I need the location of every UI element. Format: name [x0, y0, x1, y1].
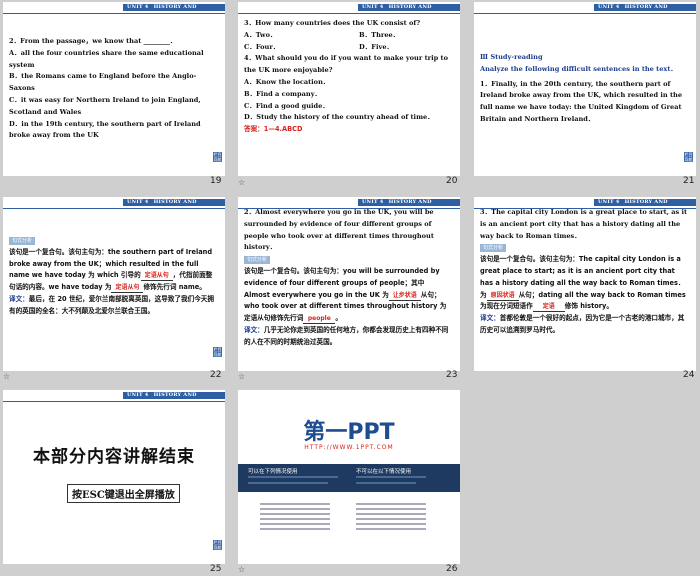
option-b: B．the Romans came to England before the … [9, 72, 197, 93]
nav-corner-icon[interactable]: 栏目导航 [213, 347, 222, 357]
star-icon[interactable]: ☆ [238, 178, 245, 187]
option-d: D．in the 19th century, the southern part… [9, 119, 201, 140]
unit-header: UNIT 4 HISTORY AND TRADITIONS [127, 4, 197, 17]
page-number: 26 [446, 564, 458, 574]
star-icon[interactable]: ☆ [238, 372, 245, 381]
unit-header: UNIT 4 HISTORY AND TRADITIONS [127, 392, 197, 405]
page-number: 25 [210, 564, 222, 574]
translation-label: 译文： [9, 294, 29, 303]
translation-label: 译文： [244, 325, 264, 334]
option-b: B．Three． [359, 30, 400, 39]
page-number: 19 [210, 176, 222, 186]
blank-answer: 定语 [532, 302, 565, 313]
nav-corner-icon[interactable]: 栏目导航 [684, 152, 693, 162]
blank-answer: 定语从句 [140, 271, 173, 282]
unit-header: UNIT 4 HISTORY AND TRADITIONS [362, 4, 432, 17]
nav-corner-icon[interactable]: 栏目导航 [213, 152, 222, 162]
option-a: A．all the four countries share the same … [9, 48, 204, 69]
option-c: C．Find a good guide． [244, 101, 329, 110]
blank-answer: people [303, 314, 336, 325]
translation-label: 译文： [480, 314, 500, 323]
option-a: A．Two． [244, 30, 277, 39]
exit-fullscreen-button[interactable]: 按ESC键退出全屏播放 [67, 484, 180, 503]
star-icon[interactable]: ☆ [238, 565, 245, 574]
slide-20[interactable]: UNIT 4 HISTORY AND TRADITIONS 3．How many… [238, 2, 460, 176]
blank-answer: 定语从句 [111, 283, 144, 294]
option-c: C．it was easy for Northern Ireland to jo… [9, 95, 201, 116]
page-number: 23 [446, 370, 458, 380]
sentence-3: 3．The capital city London is a great pla… [480, 208, 688, 240]
link-list-left [260, 500, 330, 533]
section-subtitle: Analyze the following difficult sentence… [480, 64, 677, 73]
analysis-text: 修饰先行词 name。 [143, 283, 206, 292]
usage-allowed-title: 可以在下列情况使用 [248, 469, 298, 475]
analysis-text: 修饰 history。 [564, 302, 613, 311]
site-url: HTTP://WWW.1PPT.COM [304, 444, 394, 451]
link-list-right [356, 500, 426, 533]
option-d: D．Study the history of the country ahead… [244, 113, 434, 122]
info-banner: 可以在下列情况使用 不可以在以下情况使用 [238, 464, 460, 492]
translation-text: 最后，在 20 世纪，爱尔兰南部脱离英国，这导致了我们今天拥有的英国的全名：大不… [9, 294, 214, 315]
slide-23[interactable]: UNIT 4 HISTORY AND TRADITIONS 2．Almost e… [238, 197, 460, 371]
unit-header: UNIT 4 HISTORY AND TRADITIONS [127, 199, 197, 212]
question-4: 4．What should you do if you want to make… [244, 54, 448, 75]
analysis-text: 。 [335, 314, 342, 323]
page-number: 22 [210, 370, 222, 380]
nav-corner-icon[interactable]: 栏目导航 [213, 540, 222, 550]
sentence-1: 1．Finally, in the 20th century, the sout… [480, 79, 683, 123]
slide-19[interactable]: UNIT 4 HISTORY AND TRADITIONS 2．From the… [3, 2, 225, 176]
blank-answer: 原因状语 [486, 291, 519, 301]
blank-answer: 让步状语 [388, 291, 421, 301]
question-2: 2．From the passage，we know that ________… [9, 37, 177, 45]
ppt-logo: 第一PPT [303, 420, 395, 445]
page-number: 24 [683, 370, 695, 380]
option-c: C．Four． [244, 42, 280, 51]
analysis-tag: 句式分析 [480, 244, 507, 253]
option-a: A．Know the location． [244, 77, 330, 86]
usage-forbidden-title: 不可以在以下情况使用 [356, 469, 412, 475]
unit-header: UNIT 4 HISTORY AND TRADITIONS [598, 4, 668, 17]
section-title: Ⅲ Study-reading [480, 53, 543, 61]
slide-26[interactable]: 第一PPT HTTP://WWW.1PPT.COM 可以在下列情况使用 不可以在… [238, 390, 460, 564]
option-b: B．Find a company． [244, 89, 322, 98]
translation-text: 几乎无论你走到英国的任何地方，你都会发现历史上有四种不同的人在不同的时期统治过英… [244, 325, 449, 346]
star-icon[interactable]: ☆ [3, 372, 10, 381]
analysis-tag: 句式分析 [9, 237, 36, 245]
analysis-tag: 句式分析 [244, 256, 271, 265]
slide-22[interactable]: UNIT 4 HISTORY AND TRADITIONS 句式分析 该句是一个… [3, 197, 225, 371]
option-d: D．Five． [359, 42, 394, 51]
page-number: 21 [683, 176, 695, 186]
end-title: 本部分内容讲解结束 [33, 447, 195, 467]
slide-24[interactable]: UNIT 4 HISTORY AND TRADITIONS 3．The capi… [474, 197, 696, 371]
slide-25[interactable]: UNIT 4 HISTORY AND TRADITIONS 本部分内容讲解结束 … [3, 390, 225, 564]
slide-21[interactable]: UNIT 4 HISTORY AND TRADITIONS Ⅲ Study-re… [474, 2, 696, 176]
page-number: 20 [446, 176, 458, 186]
question-3: 3．How many countries does the UK consist… [244, 19, 421, 27]
sentence-2: 2．Almost everywhere you go in the UK, yo… [244, 208, 434, 252]
answer-text: 答案：1—4.ABCD [244, 125, 303, 134]
translation-text: 首都伦敦是一个很好的起点，因为它是一个古老的港口城市，其历史可以追溯到罗马时代。 [480, 314, 685, 334]
